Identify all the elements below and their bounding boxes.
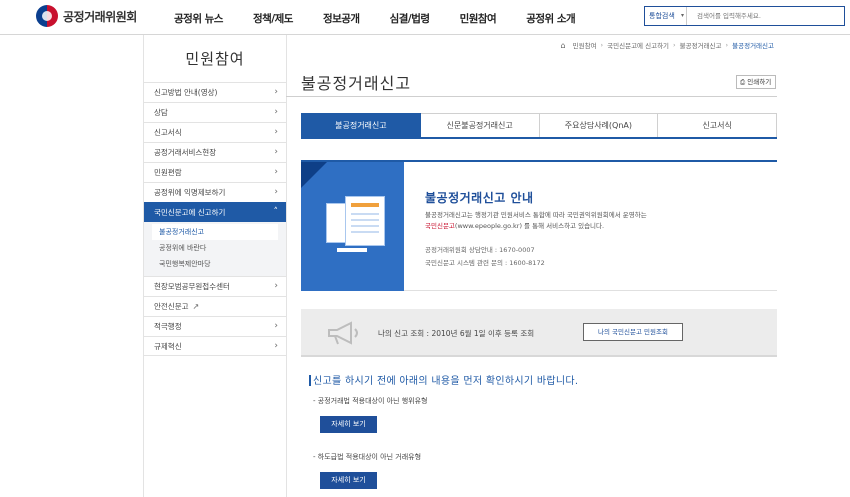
sidebar-right-border [286, 35, 287, 497]
menu-item-about[interactable]: 공정위 소개 [526, 11, 575, 26]
site-logo[interactable]: 공정거래위원회 [36, 5, 137, 27]
sidebar-title: 민원참여 [185, 50, 245, 68]
chevron-right-icon: › [274, 87, 278, 97]
sidebar-submenu: 불공정거래신고 공정위에 바란다 국민행복제안마당 [144, 222, 286, 276]
breadcrumb-item[interactable]: 불공정거래신고 [680, 40, 722, 50]
sidebar-item-label: 공정위에 익명제보하기 [154, 188, 226, 197]
my-report-text: 나의 신고 조회 : 2010년 6월 1일 이후 등록 조회 [378, 329, 535, 338]
search-bar: 통합검색 [644, 6, 845, 26]
sidebar-item-label: 안전신문고 [154, 302, 189, 311]
sidebar-subitem-wish[interactable]: 공정위에 바란다 [152, 240, 278, 256]
guide-contacts: 공정거래위원회 상담안내 : 1670-0007 국민신문고 시스템 관련 문의… [425, 244, 545, 270]
guide-title: 불공정거래신고 안내 [425, 191, 534, 205]
page-title: 불공정거래신고 [301, 74, 412, 93]
breadcrumb-item[interactable]: 국민신문고에 신고하기 [607, 40, 669, 50]
epeople-link[interactable]: 국민신문고 [425, 222, 455, 230]
more-button-fair-trade[interactable]: 자세히 보기 [320, 416, 377, 433]
sidebar-subitem-proposal[interactable]: 국민행복제안마당 [152, 256, 278, 272]
sidebar-item-guide-video[interactable]: 신고방법 안내(영상) › [144, 82, 286, 102]
content-tabs: 불공정거래신고 신문불공정거래신고 주요상담사례(QnA) 신고서식 [301, 113, 777, 139]
menu-item-news[interactable]: 공정위 뉴스 [174, 11, 223, 26]
sidebar-item-forms[interactable]: 신고서식 › [144, 122, 286, 142]
my-report-banner: 나의 신고 조회 : 2010년 6월 1일 이후 등록 조회 나의 국민신문고… [301, 309, 777, 357]
contact-ftc: 공정거래위원회 상담안내 : 1670-0007 [425, 246, 535, 254]
print-button[interactable]: ⎙ 인쇄하기 [736, 75, 776, 89]
sidebar-item-epeople[interactable]: 국민신문고에 신고하기 ˄ [144, 202, 286, 222]
sidebar-item-label: 신고방법 안내(영상) [154, 88, 218, 97]
sidebar-item-regulation[interactable]: 규제혁신 › [144, 336, 286, 356]
my-report-button[interactable]: 나의 국민신문고 민원조회 [583, 323, 683, 341]
document-icon [345, 196, 385, 246]
search-input[interactable] [687, 8, 844, 24]
sidebar-item-service[interactable]: 공정거래서비스현장 › [144, 142, 286, 162]
search-scope-select[interactable]: 통합검색 [645, 7, 687, 25]
chevron-right-icon: › [274, 167, 278, 177]
chevron-right-icon: › [274, 107, 278, 117]
sidebar-item-label: 상담 [154, 108, 168, 117]
sidebar-item-label: 현장모범공무원접수센터 [154, 282, 230, 291]
sidebar-item-safety[interactable]: 안전신문고 ↗ [144, 296, 286, 316]
breadcrumb-current: 불공정거래신고 [732, 42, 774, 50]
sidebar-subitem-unfair-report[interactable]: 불공정거래신고 [152, 224, 278, 240]
contact-epeople: 국민신문고 시스템 관련 문의 : 1600-8172 [425, 259, 545, 267]
chevron-right-icon: › [274, 127, 278, 137]
megaphone-icon [328, 321, 358, 345]
title-divider [286, 96, 777, 97]
sidebar-item-label: 적극행정 [154, 322, 182, 331]
chevron-up-icon: ˄ [273, 207, 279, 217]
sidebar-item-label: 규제혁신 [154, 342, 182, 351]
tab-newspaper-report[interactable]: 신문불공정거래신고 [420, 113, 540, 137]
guide-illustration [301, 162, 404, 291]
guide-description: 불공정거래신고는 행정기관 민원서비스 통합에 따라 국민권익위원회에서 운영하… [425, 211, 647, 230]
sidebar-item-label: 민원편람 [154, 168, 182, 177]
top-header: 공정거래위원회 공정위 뉴스 정책/제도 정보공개 심결/법령 민원참여 공정위… [0, 0, 850, 35]
sidebar-item-label: 국민신문고에 신고하기 [154, 208, 226, 217]
breadcrumb: ⌂ 민원참여 › 국민신문고에 신고하기 › 불공정거래신고 › 불공정거래신고 [560, 40, 774, 51]
sidebar-item-handbook[interactable]: 민원편람 › [144, 162, 286, 182]
taegeuk-logo-icon [36, 5, 58, 27]
notice-item-subcontract: 하도급법 적용대상이 아닌 거래유형 [313, 452, 421, 462]
tab-forms[interactable]: 신고서식 [658, 113, 777, 137]
tab-qna[interactable]: 주요상담사례(QnA) [539, 113, 659, 137]
guide-box: 불공정거래신고 안내 불공정거래신고는 행정기관 민원서비스 통합에 따라 국민… [301, 160, 777, 291]
sidebar-item-model-official[interactable]: 현장모범공무원접수센터 › [144, 276, 286, 296]
sidebar-item-label: 신고서식 [154, 128, 182, 137]
breadcrumb-item[interactable]: 민원참여 [573, 40, 597, 50]
menu-item-civil[interactable]: 민원참여 [460, 11, 497, 26]
sidebar-menu: 신고방법 안내(영상) › 상담 › 신고서식 › 공정거래서비스현장 › 민원편람 › … [144, 82, 286, 356]
external-link-icon: ↗ [192, 302, 200, 311]
home-icon[interactable]: ⌂ [561, 41, 566, 50]
chevron-right-icon: › [274, 147, 278, 157]
main-menu: 공정위 뉴스 정책/제도 정보공개 심결/법령 민원참여 공정위 소개 [174, 11, 605, 26]
chevron-right-icon: › [274, 321, 278, 331]
more-button-subcontract[interactable]: 자세히 보기 [320, 472, 377, 489]
logo-text: 공정거래위원회 [63, 9, 137, 24]
notice-heading: 신고를 하시기 전에 아래의 내용을 먼저 확인하시기 바랍니다. [308, 372, 578, 387]
print-label: 인쇄하기 [747, 78, 772, 86]
sidebar-item-proactive[interactable]: 적극행정 › [144, 316, 286, 336]
menu-item-law[interactable]: 심결/법령 [390, 11, 430, 26]
chevron-right-icon: › [274, 341, 278, 351]
menu-item-policy[interactable]: 정책/제도 [253, 11, 293, 26]
sidebar-item-anonymous[interactable]: 공정위에 익명제보하기 › [144, 182, 286, 202]
chevron-right-icon: › [274, 187, 278, 197]
sidebar-item-label: 공정거래서비스현장 [154, 148, 217, 157]
chevron-right-icon: › [274, 281, 278, 291]
sidebar-item-consult[interactable]: 상담 › [144, 102, 286, 122]
tab-unfair-report[interactable]: 불공정거래신고 [301, 113, 421, 137]
notice-item-fair-trade: 공정거래법 적용대상이 아닌 행위유형 [313, 396, 428, 406]
menu-item-disclosure[interactable]: 정보공개 [323, 11, 360, 26]
